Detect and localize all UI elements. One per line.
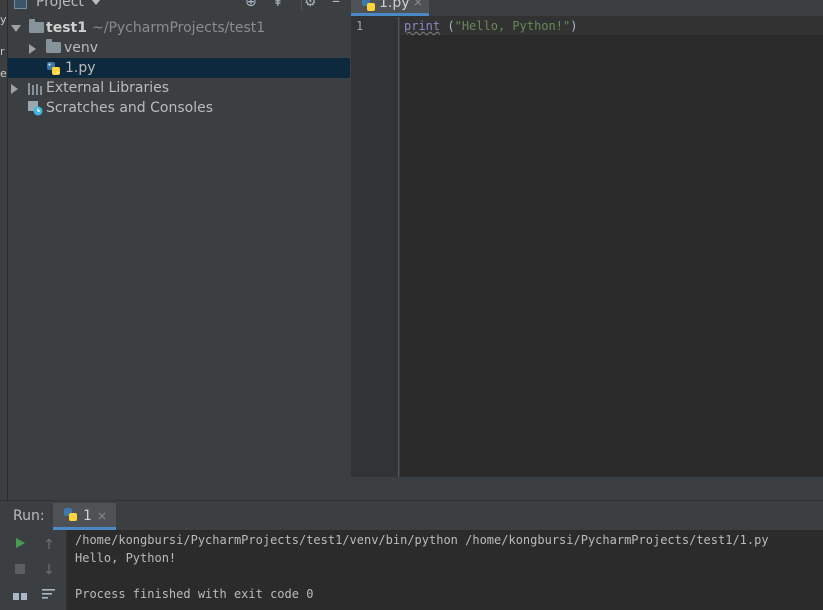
tree-item-path: ~/PycharmProjects/test1 xyxy=(92,20,266,36)
tree-item-label: venv xyxy=(64,40,99,56)
folder-icon xyxy=(46,39,61,53)
run-tab-1[interactable]: 1 × xyxy=(53,503,116,530)
arrow-down-icon: ↓ xyxy=(43,562,55,578)
tree-item-venv[interactable]: venv xyxy=(8,38,350,58)
gear-icon[interactable]: ⚙ xyxy=(304,0,317,10)
code-token-paren: ( xyxy=(447,19,455,33)
python-file-icon xyxy=(47,62,60,75)
arrow-up-icon: ↑ xyxy=(43,537,55,553)
code-token-function: print xyxy=(404,19,441,33)
tree-item-scratches[interactable]: Scratches and Consoles xyxy=(8,98,350,118)
run-toolbar: ↑ ↓ xyxy=(0,530,66,610)
scroll-down-button[interactable]: ↓ xyxy=(39,560,59,580)
tree-item-label: test1 xyxy=(46,20,87,36)
chevron-down-icon[interactable] xyxy=(91,0,101,5)
expand-arrow-icon[interactable] xyxy=(29,44,36,54)
project-tool-window: Project ⊕ ⇞ ⚙ – test1 ~/PycharmProjects/… xyxy=(8,0,350,500)
layout-icon xyxy=(13,593,27,600)
soft-wrap-button[interactable] xyxy=(39,587,59,607)
layout-button[interactable] xyxy=(10,587,30,607)
library-icon xyxy=(28,83,42,95)
left-tool-strip[interactable]: y r e xyxy=(0,0,8,500)
tree-item-external-libraries[interactable]: External Libraries xyxy=(8,78,350,98)
play-icon xyxy=(16,538,25,548)
expand-arrow-icon[interactable] xyxy=(11,25,21,32)
python-run-icon xyxy=(64,508,77,521)
run-console-output[interactable]: /home/kongbursi/PycharmProjects/test1/ve… xyxy=(66,530,823,610)
scroll-up-button[interactable]: ↑ xyxy=(39,535,59,555)
tab-label: 1.py xyxy=(379,0,410,11)
left-strip-char: y xyxy=(0,13,7,26)
tree-item-test1[interactable]: test1 ~/PycharmProjects/test1 xyxy=(8,18,350,38)
console-line: Hello, Python! xyxy=(75,551,177,565)
collapse-all-icon[interactable]: ⇞ xyxy=(272,0,284,10)
line-number: 1 xyxy=(356,19,364,33)
tree-item-label: Scratches and Consoles xyxy=(46,100,213,116)
python-file-icon xyxy=(362,0,375,11)
run-panel-header: Run: 1 × xyxy=(0,500,823,530)
editor-bottom-area xyxy=(351,477,823,500)
stop-button[interactable] xyxy=(10,560,30,580)
expand-arrow-icon[interactable] xyxy=(11,84,18,94)
project-window-icon xyxy=(14,0,27,9)
close-icon[interactable]: × xyxy=(413,0,423,9)
tree-item-1py[interactable]: 1.py xyxy=(8,58,350,78)
tree-item-label: 1.py xyxy=(65,60,96,76)
editor-tab-bar: 1.py × xyxy=(351,0,823,17)
close-icon[interactable]: × xyxy=(97,509,107,523)
soft-wrap-icon xyxy=(42,589,55,599)
project-panel-title[interactable]: Project xyxy=(36,0,84,10)
stop-icon xyxy=(15,564,25,574)
tab-1py[interactable]: 1.py × xyxy=(351,0,429,16)
editor-gutter: 1 xyxy=(351,17,399,477)
tree-item-label: External Libraries xyxy=(46,80,169,96)
code-token-paren: ) xyxy=(570,19,578,33)
minimize-icon[interactable]: – xyxy=(332,0,340,10)
code-editor[interactable]: print ("Hello, Python!") xyxy=(400,17,823,477)
left-strip-char: r xyxy=(0,45,5,58)
console-line: Process finished with exit code 0 xyxy=(75,587,314,601)
code-token-string: "Hello, Python!" xyxy=(454,19,571,33)
folder-icon xyxy=(29,19,44,33)
left-strip-char: e xyxy=(0,67,7,80)
scratch-icon xyxy=(28,101,43,116)
code-line[interactable]: print ("Hello, Python!") xyxy=(404,19,577,33)
run-label: Run: xyxy=(13,508,45,524)
rerun-button[interactable] xyxy=(10,535,30,555)
locate-target-icon[interactable]: ⊕ xyxy=(245,0,257,10)
header-divider xyxy=(301,0,302,10)
console-line: /home/kongbursi/PycharmProjects/test1/ve… xyxy=(75,533,769,547)
project-panel-header: Project ⊕ ⇞ ⚙ – xyxy=(8,0,350,14)
run-tab-label: 1 xyxy=(83,508,92,524)
